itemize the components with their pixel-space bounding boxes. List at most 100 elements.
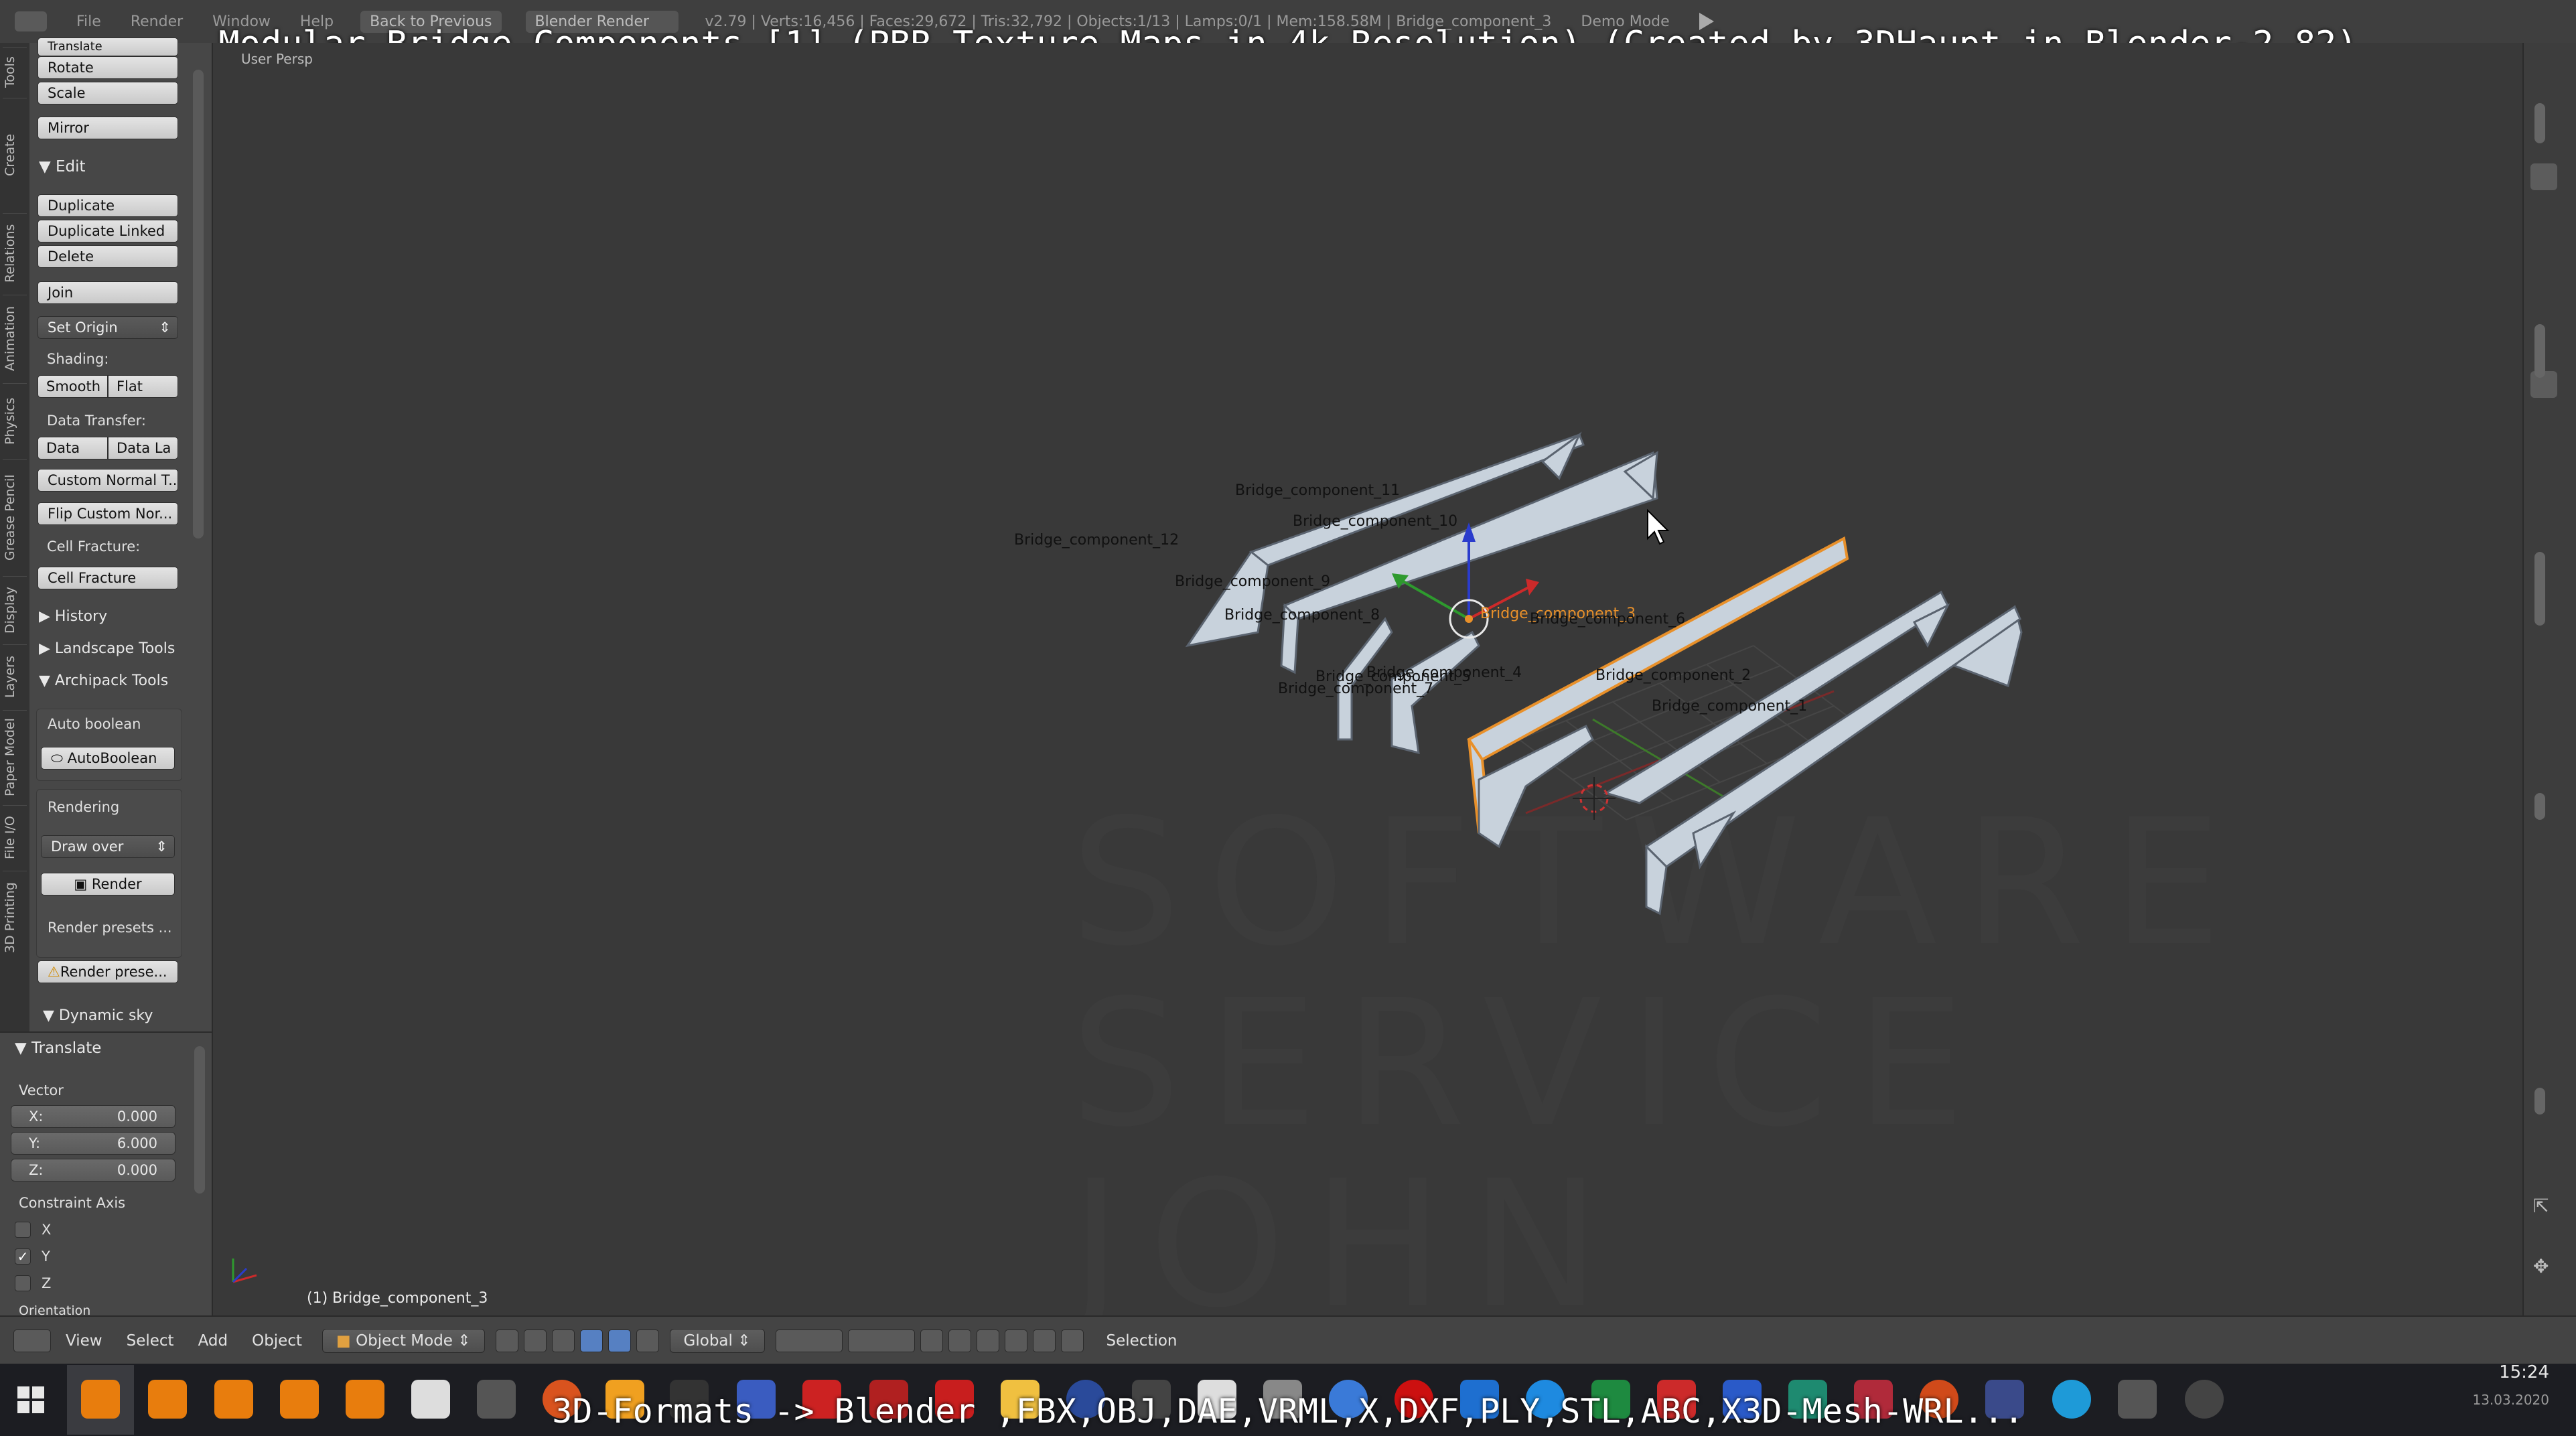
move-icon[interactable]: ✥ bbox=[2533, 1255, 2549, 1277]
menu-view[interactable]: View bbox=[66, 1332, 102, 1350]
menu-add[interactable]: Add bbox=[198, 1332, 228, 1350]
translate-button[interactable]: Translate bbox=[38, 38, 178, 56]
tab-file-io[interactable]: File I/O bbox=[3, 805, 27, 869]
constraint-y-checkbox[interactable]: ✓ bbox=[15, 1248, 31, 1265]
app-icon-6[interactable] bbox=[411, 1380, 450, 1419]
tab-display[interactable]: Display bbox=[3, 576, 27, 643]
terminal-icon[interactable] bbox=[670, 1380, 709, 1419]
cell-fracture-button[interactable]: Cell Fracture bbox=[38, 567, 178, 589]
toolshelf-scrollbar[interactable] bbox=[193, 70, 204, 538]
blender-app-icon-5[interactable] bbox=[346, 1380, 384, 1419]
tab-grease-pencil[interactable]: Grease Pencil bbox=[3, 459, 27, 575]
app-icon-12[interactable] bbox=[802, 1380, 841, 1419]
access-icon[interactable] bbox=[1854, 1380, 1893, 1419]
duplicate-button[interactable]: Duplicate bbox=[38, 194, 178, 217]
word-icon[interactable] bbox=[1723, 1380, 1762, 1419]
app-icon-25[interactable] bbox=[1657, 1380, 1696, 1419]
translate-manipulator-icon[interactable] bbox=[579, 1330, 603, 1352]
duplicate-linked-button[interactable]: Duplicate Linked bbox=[38, 220, 178, 242]
right-scroll-2[interactable] bbox=[2534, 324, 2545, 378]
file-explorer-icon[interactable] bbox=[1001, 1380, 1040, 1419]
app-icon-30[interactable] bbox=[1985, 1380, 2024, 1419]
right-scroll-4[interactable] bbox=[2534, 793, 2545, 820]
menu-file[interactable]: File bbox=[76, 13, 101, 30]
blender-app-icon-4[interactable] bbox=[280, 1380, 319, 1419]
acrobat-icon[interactable] bbox=[935, 1380, 974, 1419]
translate-panel-header[interactable]: ▼ Translate bbox=[15, 1039, 101, 1057]
edit-panel-header[interactable]: ▼ Edit bbox=[39, 158, 86, 175]
app-icon-33[interactable] bbox=[2185, 1380, 2224, 1419]
draw-over-dropdown[interactable]: Draw over ⇕ bbox=[41, 835, 175, 858]
opengl-render-icon[interactable] bbox=[1032, 1330, 1056, 1352]
snap-element-icon[interactable] bbox=[1004, 1330, 1027, 1352]
system-clock[interactable]: 15:24 13.03.2020 bbox=[2472, 1362, 2549, 1408]
app-icon-17[interactable] bbox=[1132, 1380, 1171, 1419]
orientation-dropdown[interactable]: Global ⇕ bbox=[669, 1329, 765, 1353]
app-icon-9[interactable] bbox=[605, 1380, 644, 1419]
rotate-manipulator-icon[interactable] bbox=[607, 1330, 631, 1352]
back-to-previous-button[interactable]: Back to Previous bbox=[360, 10, 502, 33]
archipack-tools-header[interactable]: ▼ Archipack Tools bbox=[39, 672, 168, 689]
opengl-anim-icon[interactable] bbox=[1060, 1330, 1084, 1352]
tab-animation[interactable]: Animation bbox=[3, 295, 27, 382]
right-scroll-5[interactable] bbox=[2534, 1088, 2545, 1115]
flip-custom-normals-button[interactable]: Flip Custom Nor... bbox=[38, 502, 178, 525]
tab-3d-printing[interactable]: 3D Printing bbox=[3, 871, 27, 964]
mode-dropdown[interactable]: ■ Object Mode ⇕ bbox=[322, 1329, 485, 1353]
save-disk-icon[interactable] bbox=[737, 1380, 776, 1419]
snap-icon[interactable] bbox=[976, 1330, 999, 1352]
object-icon[interactable] bbox=[2530, 163, 2557, 190]
editor-type-icon[interactable] bbox=[13, 1330, 51, 1352]
layers-block-2[interactable] bbox=[847, 1330, 915, 1352]
history-panel-header[interactable]: ▶ History bbox=[39, 608, 107, 625]
excel-icon[interactable] bbox=[1591, 1380, 1630, 1419]
dynamic-sky-header[interactable]: ▼ Dynamic sky bbox=[43, 1007, 153, 1024]
3d-viewport[interactable]: User Persp SOFTWARE SERVICE JOHN bbox=[213, 43, 2522, 1315]
outlook-icon[interactable] bbox=[1460, 1380, 1499, 1419]
constraint-x-checkbox[interactable] bbox=[15, 1222, 31, 1238]
powerpoint-icon[interactable] bbox=[1920, 1380, 1958, 1419]
menu-render[interactable]: Render bbox=[131, 13, 183, 30]
maps-icon[interactable] bbox=[1329, 1380, 1368, 1419]
rotate-button[interactable]: Rotate bbox=[38, 56, 178, 79]
landscape-tools-header[interactable]: ▶ Landscape Tools bbox=[39, 640, 175, 657]
vector-y-field[interactable]: Y: 6.000 bbox=[11, 1132, 175, 1155]
data-layout-button[interactable]: Data La bbox=[108, 437, 178, 459]
flat-button[interactable]: Flat bbox=[108, 375, 178, 398]
operator-scrollbar[interactable] bbox=[194, 1046, 205, 1194]
vector-x-field[interactable]: X: 0.000 bbox=[11, 1105, 175, 1128]
layers-block-1[interactable] bbox=[775, 1330, 843, 1352]
join-button[interactable]: Join bbox=[38, 281, 178, 304]
app-icon-13[interactable] bbox=[869, 1380, 908, 1419]
menu-select[interactable]: Select bbox=[127, 1332, 174, 1350]
proportional-edit-icon[interactable] bbox=[948, 1330, 971, 1352]
menu-object[interactable]: Object bbox=[252, 1332, 302, 1350]
render-button[interactable]: ▣ Render bbox=[41, 873, 175, 895]
smooth-button[interactable]: Smooth bbox=[38, 375, 108, 398]
windows-start-icon[interactable] bbox=[17, 1386, 44, 1413]
scale-button[interactable]: Scale bbox=[38, 82, 178, 104]
edge-icon[interactable] bbox=[1526, 1380, 1565, 1419]
menu-window[interactable]: Window bbox=[212, 13, 271, 30]
set-origin-dropdown[interactable]: Set Origin ⇕ bbox=[38, 316, 178, 339]
blender-app-icon-2[interactable] bbox=[148, 1380, 187, 1419]
skype-icon[interactable] bbox=[2052, 1380, 2091, 1419]
vector-z-field[interactable]: Z: 0.000 bbox=[11, 1159, 175, 1181]
editor-type-icon[interactable] bbox=[15, 11, 47, 31]
tab-create[interactable]: Create bbox=[3, 98, 27, 212]
render-engine-select[interactable]: Blender Render bbox=[525, 10, 678, 33]
manipulator-toggle-icon[interactable] bbox=[551, 1330, 575, 1352]
autoboolean-button[interactable]: ⬭ AutoBoolean bbox=[41, 747, 175, 770]
tab-layers[interactable]: Layers bbox=[3, 644, 27, 709]
firefox-icon[interactable] bbox=[543, 1380, 581, 1419]
tab-tools[interactable]: Tools bbox=[3, 47, 27, 96]
render-presets-button[interactable]: ⚠Render prese... bbox=[38, 960, 178, 983]
mirror-button[interactable]: Mirror bbox=[38, 117, 178, 139]
custom-normal-button[interactable]: Custom Normal T... bbox=[38, 469, 178, 492]
app-icon-16[interactable] bbox=[1066, 1380, 1105, 1419]
data-button[interactable]: Data bbox=[38, 437, 108, 459]
right-scroll-3[interactable] bbox=[2534, 552, 2545, 626]
menu-help[interactable]: Help bbox=[300, 13, 334, 30]
expand-icon[interactable]: ⇱ bbox=[2533, 1195, 2549, 1217]
shading-mode-icon[interactable] bbox=[495, 1330, 518, 1352]
